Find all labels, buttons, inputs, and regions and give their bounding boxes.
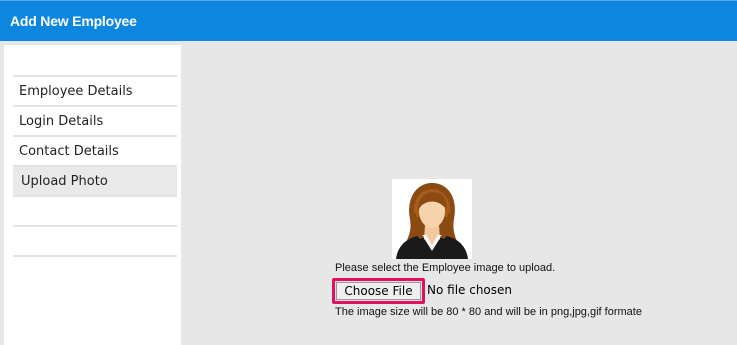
choose-file-button[interactable]: Choose File xyxy=(332,278,425,304)
sidebar-item-label: Upload Photo xyxy=(21,174,108,189)
employee-photo-preview xyxy=(392,179,472,259)
file-status-text: No file chosen xyxy=(427,283,513,297)
sidebar-item-empty xyxy=(13,195,177,225)
sidebar-item-label: Contact Details xyxy=(19,144,119,159)
page-title: Add New Employee xyxy=(10,13,137,29)
sidebar-item-contact-details[interactable]: Contact Details xyxy=(13,135,177,165)
sidebar-item-login-details[interactable]: Login Details xyxy=(13,105,177,135)
sidebar-item-upload-photo[interactable]: Upload Photo xyxy=(13,165,177,195)
sidebar-item-empty xyxy=(13,225,177,255)
sidebar-item-employee-details[interactable]: Employee Details xyxy=(13,75,177,105)
app-header: Add New Employee xyxy=(0,0,737,41)
sidebar-item-label: Login Details xyxy=(19,114,104,129)
female-avatar-icon xyxy=(396,183,468,259)
choose-file-label: Choose File xyxy=(336,282,421,300)
sidebar-item-label: Employee Details xyxy=(19,84,133,99)
image-size-note: The image size will be 80 * 80 and will … xyxy=(335,306,642,318)
upload-instruction: Please select the Employee image to uplo… xyxy=(335,262,556,274)
sidebar-divider xyxy=(13,255,177,257)
